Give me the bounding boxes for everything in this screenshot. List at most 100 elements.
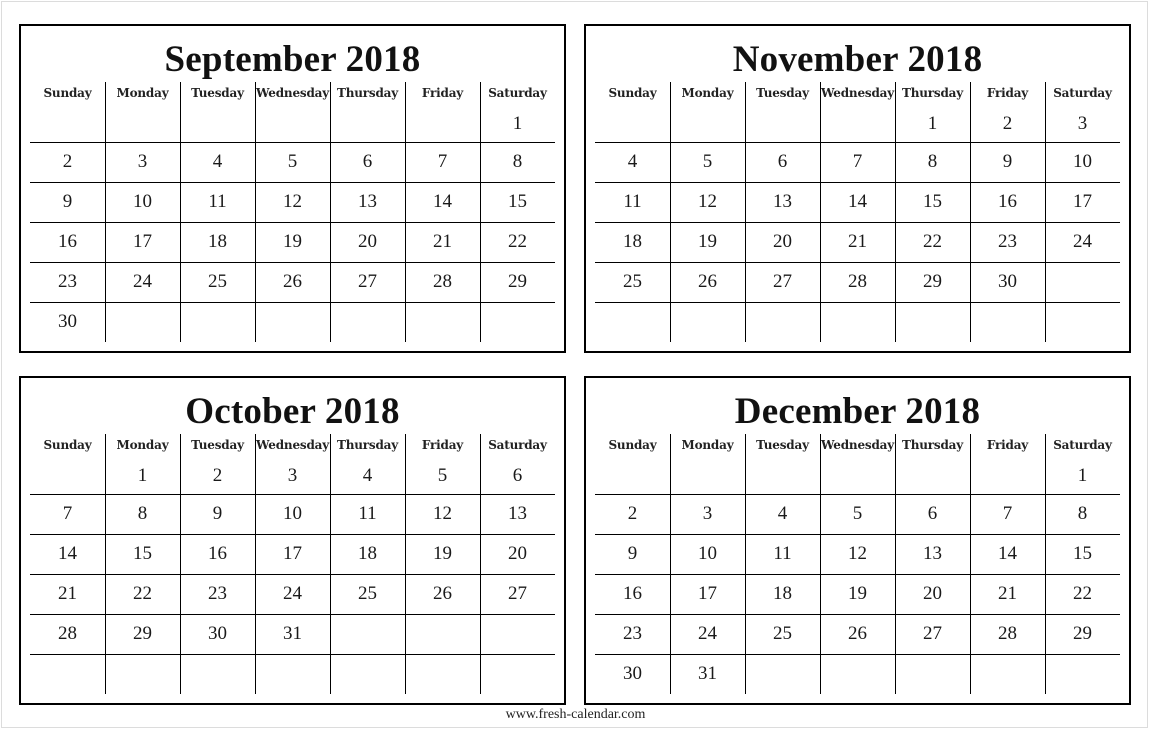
weekday-header-friday: Friday	[421, 86, 464, 100]
day-cell: 21	[58, 583, 77, 604]
column-divider	[670, 434, 671, 694]
day-cell: 25	[623, 271, 642, 292]
month-title: September 2018	[164, 39, 421, 80]
day-cell: 17	[283, 543, 302, 564]
row-divider	[30, 262, 555, 263]
row-divider	[30, 494, 555, 495]
day-cell: 9	[627, 543, 638, 564]
weekday-header-tuesday: Tuesday	[191, 438, 244, 452]
day-cell: 13	[358, 191, 377, 212]
day-cell: 9	[212, 503, 223, 524]
row-divider	[595, 654, 1120, 655]
day-cell: 8	[927, 151, 938, 172]
weekday-header-thursday: Thursday	[337, 86, 398, 100]
day-cell: 14	[998, 543, 1017, 564]
day-cell: 14	[58, 543, 77, 564]
day-cell: 29	[508, 271, 527, 292]
day-cell: 31	[283, 623, 302, 644]
row-divider	[595, 182, 1120, 183]
day-cell: 7	[852, 151, 863, 172]
day-cell: 12	[283, 191, 302, 212]
column-divider	[820, 82, 821, 342]
day-cell: 15	[133, 543, 152, 564]
day-cell: 2	[1002, 113, 1013, 134]
column-divider	[895, 434, 896, 694]
day-cell: 10	[1073, 151, 1092, 172]
day-cell: 11	[358, 503, 377, 524]
day-grid: Sunday Monday Tuesday Wednesday Thursday Frid…	[595, 82, 1120, 342]
day-cell: 21	[848, 231, 867, 252]
weekday-header-friday: Friday	[986, 86, 1029, 100]
day-cell: 19	[848, 583, 867, 604]
day-cell: 20	[508, 543, 527, 564]
day-cell: 10	[283, 503, 302, 524]
day-cell: 3	[702, 503, 713, 524]
day-cell: 3	[137, 151, 148, 172]
weekday-header-friday: Friday	[986, 438, 1029, 452]
row-divider	[595, 142, 1120, 143]
day-cell: 19	[433, 543, 452, 564]
day-cell: 27	[358, 271, 377, 292]
day-cell: 16	[208, 543, 227, 564]
calendar-september-2018: September 2018 Sunday Monday Tuesday Wednesd…	[19, 24, 566, 353]
day-cell: 8	[137, 503, 148, 524]
day-cell: 15	[508, 191, 527, 212]
weekday-header-monday: Monday	[681, 438, 734, 452]
day-cell: 4	[777, 503, 788, 524]
weekday-header-thursday: Thursday	[337, 438, 398, 452]
day-cell: 5	[437, 465, 448, 486]
row-divider	[30, 574, 555, 575]
day-cell: 4	[212, 151, 223, 172]
day-cell: 27	[773, 271, 792, 292]
weekday-header-friday: Friday	[421, 438, 464, 452]
day-cell: 12	[848, 543, 867, 564]
weekday-header-saturday: Saturday	[488, 86, 547, 100]
day-cell: 23	[58, 271, 77, 292]
column-divider	[105, 82, 106, 342]
day-cell: 30	[623, 663, 642, 684]
footer-website-link[interactable]: www.fresh-calendar.com	[0, 707, 1151, 723]
day-cell: 21	[998, 583, 1017, 604]
day-cell: 22	[1073, 583, 1092, 604]
column-divider	[180, 82, 181, 342]
day-grid: Sunday Monday Tuesday Wednesday Thursday Frid…	[30, 82, 555, 342]
day-cell: 26	[283, 271, 302, 292]
day-grid: Sunday Monday Tuesday Wednesday Thursday Frid…	[595, 434, 1120, 694]
day-cell: 4	[362, 465, 373, 486]
day-cell: 29	[923, 271, 942, 292]
day-cell: 5	[287, 151, 298, 172]
day-cell: 20	[773, 231, 792, 252]
day-cell: 2	[212, 465, 223, 486]
weekday-header-saturday: Saturday	[1053, 86, 1112, 100]
day-cell: 1	[512, 113, 523, 134]
row-divider	[595, 262, 1120, 263]
weekday-header-sunday: Sunday	[608, 86, 657, 100]
day-cell: 16	[58, 231, 77, 252]
day-cell: 16	[623, 583, 642, 604]
month-title: October 2018	[185, 391, 400, 432]
day-cell: 10	[698, 543, 717, 564]
day-cell: 27	[923, 623, 942, 644]
day-cell: 5	[702, 151, 713, 172]
day-cell: 14	[433, 191, 452, 212]
day-cell: 30	[998, 271, 1017, 292]
day-cell: 17	[133, 231, 152, 252]
row-divider	[30, 614, 555, 615]
weekday-header-thursday: Thursday	[902, 438, 963, 452]
day-cell: 22	[133, 583, 152, 604]
day-cell: 29	[133, 623, 152, 644]
day-cell: 28	[848, 271, 867, 292]
day-cell: 1	[927, 113, 938, 134]
column-divider	[255, 82, 256, 342]
day-cell: 27	[508, 583, 527, 604]
day-cell: 9	[62, 191, 73, 212]
day-cell: 28	[58, 623, 77, 644]
day-cell: 15	[1073, 543, 1092, 564]
weekday-header-monday: Monday	[681, 86, 734, 100]
day-cell: 5	[852, 503, 863, 524]
weekday-header-monday: Monday	[116, 86, 169, 100]
row-divider	[30, 142, 555, 143]
day-cell: 25	[358, 583, 377, 604]
day-cell: 16	[998, 191, 1017, 212]
weekday-header-monday: Monday	[116, 438, 169, 452]
